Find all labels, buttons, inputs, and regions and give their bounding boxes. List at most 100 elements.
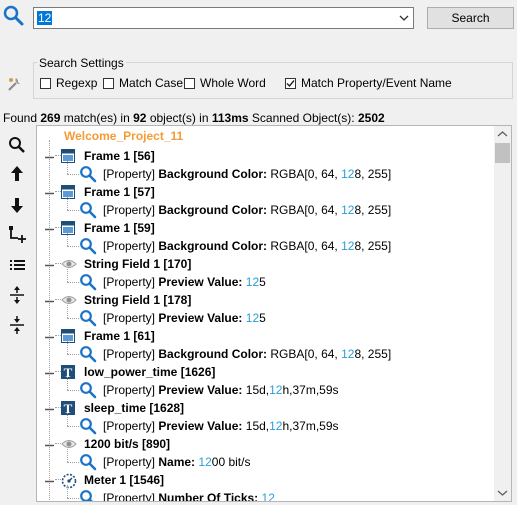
- match-name: Background Color:: [158, 239, 268, 253]
- collapse-all-button[interactable]: [6, 314, 28, 336]
- match-text: [Property] Background Color: RGBA[0, 64,…: [103, 239, 391, 253]
- match-name: Name:: [158, 455, 196, 469]
- tree-node-row[interactable]: Meter 1 [1546]: [37, 471, 492, 489]
- collapse-toggle-icon[interactable]: [45, 295, 54, 304]
- tree-match-row[interactable]: [Property] Background Color: RGBA[0, 64,…: [37, 233, 492, 255]
- tree-node-label[interactable]: String Field 1 [178]: [84, 293, 191, 307]
- collapse-toggle-icon[interactable]: [45, 151, 54, 160]
- collapse-toggle-icon[interactable]: [45, 259, 54, 268]
- tree-node-label[interactable]: low_power_time [1626]: [84, 365, 215, 379]
- tree-match-row[interactable]: [Property] Background Color: RGBA[0, 64,…: [37, 161, 492, 183]
- tree-node-label[interactable]: 1200 bit/s [890]: [84, 437, 170, 451]
- tree-root-label[interactable]: Welcome_Project_11: [64, 129, 183, 143]
- tree-node-row[interactable]: Tlow_power_time [1626]: [37, 363, 492, 381]
- tree-connector-line: [67, 282, 79, 284]
- match-text: [Property] Background Color: RGBA[0, 64,…: [103, 347, 391, 361]
- tree-match-row[interactable]: [Property] Preview Value: 125: [37, 269, 492, 291]
- match-pre: RGBA[0, 64,: [270, 347, 342, 361]
- checkbox-box[interactable]: [184, 77, 195, 89]
- match-magnifier-icon: [79, 345, 97, 363]
- tree-node-row[interactable]: String Field 1 [170]: [37, 255, 492, 273]
- scroll-thumb[interactable]: [495, 143, 510, 163]
- match-magnifier-icon: [79, 453, 97, 471]
- tree-connector-line: [67, 210, 79, 212]
- match-property-event-name-checkbox[interactable]: Match Property/Event Name: [285, 76, 452, 90]
- checkbox-box-checked[interactable]: [285, 77, 296, 89]
- tree-node-label[interactable]: String Field 1 [170]: [84, 257, 191, 271]
- scroll-down-arrow-icon[interactable]: [494, 484, 511, 501]
- collapse-toggle-icon[interactable]: [45, 403, 54, 412]
- tree-node-label[interactable]: Frame 1 [56]: [84, 149, 155, 163]
- stats-scanned: 2502: [357, 111, 385, 125]
- match-magnifier-icon: [79, 309, 97, 327]
- match-tag: [Property]: [103, 347, 156, 361]
- tree-node-label[interactable]: sleep_time [1628]: [84, 401, 184, 415]
- collapse-toggle-icon[interactable]: [45, 223, 54, 232]
- tree-node-label[interactable]: Frame 1 [59]: [84, 221, 155, 235]
- tree-node-row[interactable]: Frame 1 [56]: [37, 147, 492, 165]
- find-button[interactable]: [6, 134, 28, 156]
- previous-match-button[interactable]: [6, 163, 28, 185]
- whole-word-checkbox[interactable]: Whole Word: [184, 76, 266, 90]
- expand-all-button[interactable]: [6, 284, 28, 306]
- add-node-button[interactable]: [6, 224, 28, 246]
- tree-match-row[interactable]: [Property] Background Color: RGBA[0, 64,…: [37, 197, 492, 219]
- collapse-toggle-icon[interactable]: [45, 475, 54, 484]
- tree-node-label[interactable]: Frame 1 [57]: [84, 185, 155, 199]
- next-match-button[interactable]: [6, 194, 28, 216]
- match-magnifier-icon: [79, 273, 97, 291]
- tree-connector-line: [67, 305, 69, 318]
- tools-icon[interactable]: [6, 75, 24, 93]
- match-text: [Property] Background Color: RGBA[0, 64,…: [103, 167, 391, 181]
- match-name: Background Color:: [158, 347, 268, 361]
- match-text: [Property] Preview Value: 125: [103, 275, 266, 289]
- add-node-icon: [9, 226, 26, 243]
- tree-match-row[interactable]: [Property] Name: 1200 bit/s: [37, 449, 492, 471]
- tree-connector-line: [67, 246, 79, 248]
- arrow-down-icon: [11, 198, 23, 213]
- match-pre: RGBA[0, 64,: [270, 167, 342, 181]
- collapse-toggle-icon[interactable]: [45, 367, 54, 376]
- match-text: [Property] Number Of Ticks: 12: [103, 491, 275, 501]
- tree-match-row[interactable]: [Property] Background Color: RGBA[0, 64,…: [37, 341, 492, 363]
- match-tag: [Property]: [103, 383, 156, 397]
- search-button[interactable]: Search: [427, 7, 514, 29]
- results-tree[interactable]: Welcome_Project_11 Frame 1 [56] [Property…: [36, 125, 512, 502]
- collapse-toggle-icon[interactable]: [45, 187, 54, 196]
- tree-match-row[interactable]: [Property] Preview Value: 15d,12h,37m,59…: [37, 413, 492, 435]
- checkbox-box[interactable]: [40, 77, 51, 89]
- checkbox-label: Whole Word: [200, 76, 266, 90]
- tree-node-row[interactable]: Frame 1 [57]: [37, 183, 492, 201]
- collapse-toggle-icon[interactable]: [45, 331, 54, 340]
- checkbox-label: Match Property/Event Name: [301, 76, 452, 90]
- collapse-toggle-icon[interactable]: [45, 439, 54, 448]
- scroll-up-arrow-icon[interactable]: [494, 126, 511, 143]
- tree-node-row[interactable]: Frame 1 [59]: [37, 219, 492, 237]
- tree-match-row[interactable]: [Property] Preview Value: 15d,12h,37m,59…: [37, 377, 492, 399]
- tree-node-label[interactable]: Frame 1 [61]: [84, 329, 155, 343]
- match-tag: [Property]: [103, 167, 156, 181]
- tree-node-row[interactable]: Frame 1 [61]: [37, 327, 492, 345]
- list-view-button[interactable]: [6, 254, 28, 276]
- tree-node-row[interactable]: Tsleep_time [1628]: [37, 399, 492, 417]
- tree-node-row[interactable]: String Field 1 [178]: [37, 291, 492, 309]
- tree-match-row[interactable]: [Property] Number Of Ticks: 12: [37, 485, 492, 501]
- tree-node-row[interactable]: 1200 bit/s [890]: [37, 435, 492, 453]
- vertical-scrollbar[interactable]: [494, 126, 511, 501]
- tree-connector-line: [67, 485, 69, 498]
- search-input[interactable]: 12: [33, 7, 414, 29]
- checkbox-label: Match Case: [119, 76, 184, 90]
- arrow-up-icon: [11, 166, 23, 181]
- search-input-value[interactable]: 12: [37, 11, 53, 25]
- tree-connector-line: [67, 498, 79, 500]
- tree-connector-line: [67, 341, 69, 354]
- match-case-checkbox[interactable]: Match Case: [103, 76, 183, 90]
- stats-matches-suffix: match(es) in: [63, 111, 130, 125]
- checkbox-box[interactable]: [103, 77, 114, 89]
- chevron-down-icon[interactable]: [397, 10, 411, 26]
- match-text: [Property] Preview Value: 15d,12h,37m,59…: [103, 419, 339, 433]
- checkbox-label: Regexp: [56, 76, 98, 90]
- regexp-checkbox[interactable]: Regexp: [40, 76, 97, 90]
- tree-match-row[interactable]: [Property] Preview Value: 125: [37, 305, 492, 327]
- tree-node-label[interactable]: Meter 1 [1546]: [84, 473, 164, 487]
